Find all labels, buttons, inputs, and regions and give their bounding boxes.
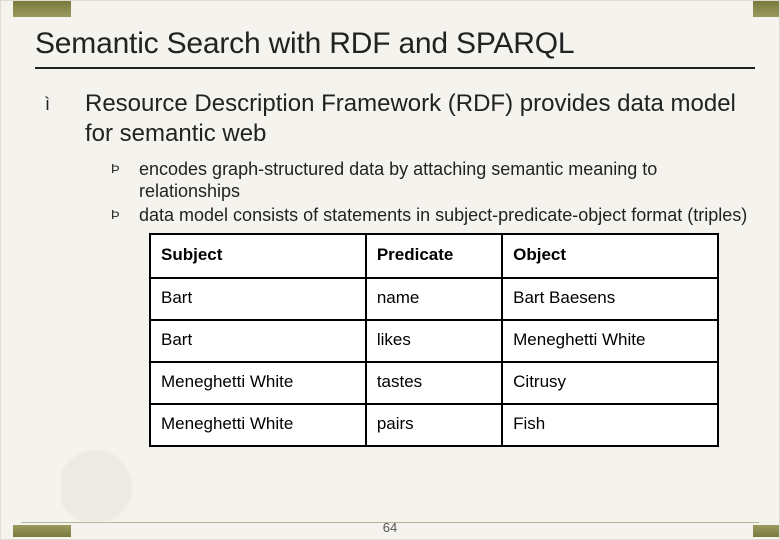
- cell-predicate: tastes: [366, 362, 502, 404]
- table-row: Bart name Bart Baesens: [150, 278, 718, 320]
- cell-predicate: name: [366, 278, 502, 320]
- cell-subject: Meneghetti White: [150, 362, 366, 404]
- bullet-level2-text: data model consists of statements in sub…: [139, 205, 747, 227]
- sub-bullet-icon: Þ: [111, 159, 139, 203]
- decor-bottom-rule: [21, 522, 759, 523]
- cell-subject: Bart: [150, 320, 366, 362]
- cell-subject: Bart: [150, 278, 366, 320]
- slide-content: Semantic Search with RDF and SPARQL ì Re…: [1, 1, 779, 539]
- table-header-row: Subject Predicate Object: [150, 234, 718, 278]
- triples-table: Subject Predicate Object Bart name Bart …: [149, 233, 719, 447]
- arrow-left-icon: ì: [45, 89, 85, 149]
- table-row: Bart likes Meneghetti White: [150, 320, 718, 362]
- cell-object: Fish: [502, 404, 718, 446]
- cell-predicate: pairs: [366, 404, 502, 446]
- table-row: Meneghetti White pairs Fish: [150, 404, 718, 446]
- bullet-level1-text: Resource Description Framework (RDF) pro…: [85, 89, 751, 149]
- cell-object: Citrusy: [502, 362, 718, 404]
- th-object: Object: [502, 234, 718, 278]
- cell-predicate: likes: [366, 320, 502, 362]
- bullet-level2: Þ data model consists of statements in s…: [111, 205, 751, 227]
- table-row: Meneghetti White tastes Citrusy: [150, 362, 718, 404]
- triples-table-wrap: Subject Predicate Object Bart name Bart …: [149, 233, 719, 447]
- bullet-level1: ì Resource Description Framework (RDF) p…: [45, 89, 751, 149]
- slide-title: Semantic Search with RDF and SPARQL: [35, 27, 755, 69]
- th-predicate: Predicate: [366, 234, 502, 278]
- th-subject: Subject: [150, 234, 366, 278]
- bullet-level2: Þ encodes graph-structured data by attac…: [111, 159, 751, 203]
- cell-subject: Meneghetti White: [150, 404, 366, 446]
- cell-object: Meneghetti White: [502, 320, 718, 362]
- cell-object: Bart Baesens: [502, 278, 718, 320]
- sub-bullet-icon: Þ: [111, 205, 139, 227]
- bullet-level2-text: encodes graph-structured data by attachi…: [139, 159, 751, 203]
